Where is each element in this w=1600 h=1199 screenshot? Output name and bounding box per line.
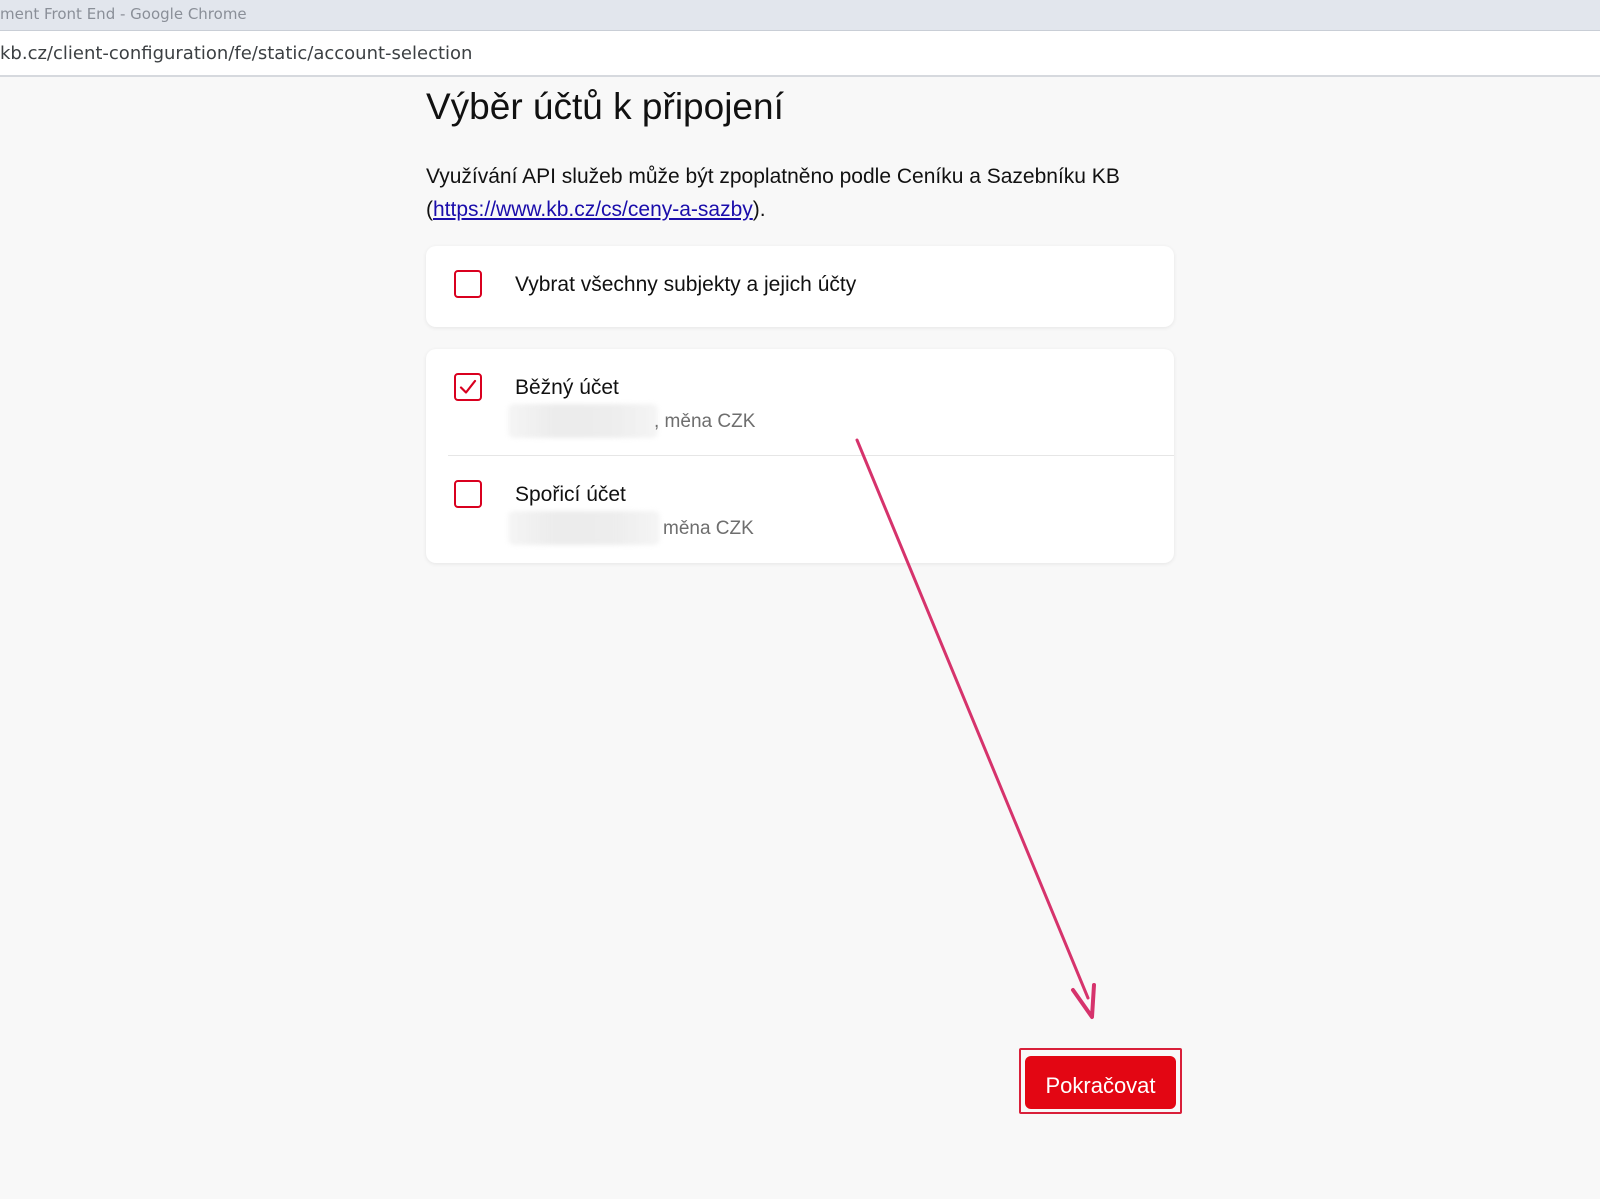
redacted-account-number [508, 511, 660, 545]
continue-button[interactable]: Pokračovat [1025, 1056, 1176, 1109]
savings-account-currency: měna CZK [663, 518, 754, 539]
url-text[interactable]: kb.cz/client-configuration/fe/static/acc… [0, 43, 472, 64]
pricing-link[interactable]: https://www.kb.cz/cs/ceny-a-sazby [433, 198, 753, 221]
current-account-checkbox[interactable] [454, 373, 482, 401]
savings-account-checkbox[interactable] [454, 480, 482, 508]
redacted-account-number [508, 404, 658, 438]
select-all-card[interactable]: Vybrat všechny subjekty a jejich účty [426, 246, 1174, 327]
current-account-name: Běžný účet [515, 376, 619, 399]
intro-text: Využívání API služeb může být zpoplatněn… [426, 165, 1120, 188]
select-all-label: Vybrat všechny subjekty a jejich účty [515, 273, 857, 296]
savings-account-name: Spořicí účet [515, 483, 626, 506]
intro-close-paren: ). [752, 198, 766, 221]
current-account-currency: , měna CZK [654, 411, 756, 432]
intro-open-paren: ( [426, 198, 433, 221]
select-all-checkbox[interactable] [454, 270, 482, 298]
window-titlebar: ment Front End - Google Chrome [0, 0, 1600, 31]
address-bar[interactable]: kb.cz/client-configuration/fe/static/acc… [0, 31, 1600, 77]
intro-paragraph: Využívání API služeb může být zpoplatněn… [426, 160, 1186, 226]
page-title: Výběr účtů k připojení [426, 86, 784, 127]
account-divider [448, 455, 1174, 456]
window-title: ment Front End - Google Chrome [0, 5, 247, 23]
checkmark-icon [459, 379, 477, 394]
accounts-card: Běžný účet , měna CZK Spořicí účet měna … [426, 349, 1174, 563]
